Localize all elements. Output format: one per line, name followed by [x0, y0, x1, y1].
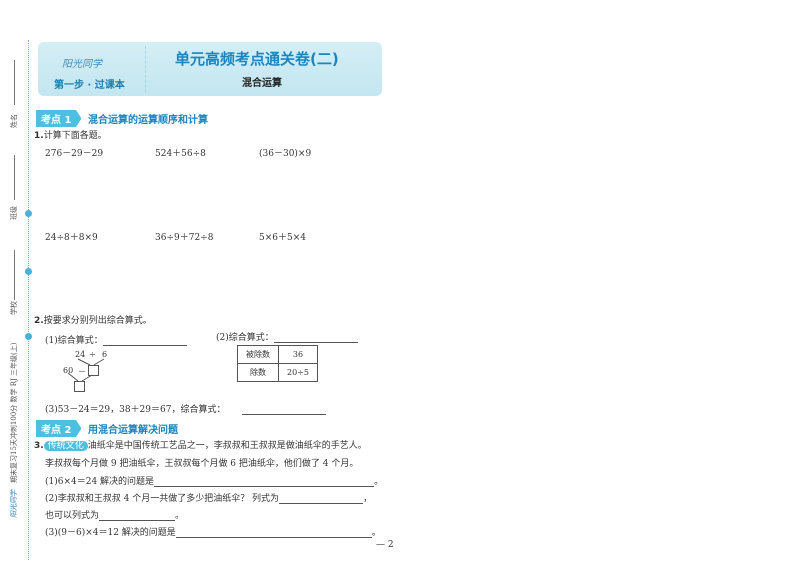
binding-line — [28, 40, 29, 560]
expression: (36－30)×9 — [259, 149, 312, 159]
answer-blank[interactable] — [242, 405, 327, 415]
page-number: — 2 — [376, 540, 394, 550]
section-tag: 考点 2 — [36, 420, 82, 437]
part-label: 也可以列式为 — [45, 511, 100, 521]
table-cell: 36 — [278, 345, 318, 364]
data-table: 被除数 36 除数 20÷5 — [237, 345, 318, 382]
answer-blank[interactable] — [102, 336, 187, 346]
question-text: 油纸伞是中国传统工艺品之一，李叔叔和王叔叔是做油纸伞的手艺人。 — [87, 441, 367, 451]
part-label: (1)6×4＝24 解决的问题是 — [45, 477, 155, 487]
question-number: 2. — [34, 316, 44, 326]
binding-dot — [25, 268, 32, 275]
answer-blank[interactable] — [99, 511, 176, 521]
punct: 。 — [374, 477, 384, 487]
punct: 。 — [371, 528, 381, 538]
section-title: 混合运算的运算顺序和计算 — [88, 115, 208, 126]
answer-blank[interactable] — [279, 494, 364, 504]
answer-box[interactable] — [74, 381, 85, 392]
part-label: (2)李叔叔和王叔叔 4 个月一共做了多少把油纸伞？ 列式为 — [45, 494, 280, 504]
name-label: 姓名 — [10, 114, 18, 128]
answer-blank[interactable] — [175, 528, 372, 538]
topic-badge: 传统文化 — [43, 441, 88, 451]
table-cell: 除数 — [237, 363, 279, 382]
school-line — [14, 250, 15, 300]
binding-dot — [25, 210, 32, 217]
expression: 5×6＋5×4 — [259, 233, 306, 243]
page-title: 单元高频考点通关卷(二) — [175, 50, 339, 68]
part-label: (3)53－24＝29，38＋29＝67，综合算式： — [45, 405, 226, 415]
punct: ， — [363, 494, 373, 504]
expression: 36÷9＋72÷8 — [155, 233, 214, 243]
book-title: 期末复习15天冲刺100分 数学 RJ 三年级(上) — [10, 342, 18, 483]
question-number: 3. — [34, 441, 44, 451]
answer-blank[interactable] — [154, 477, 375, 487]
table-cell: 被除数 — [237, 345, 279, 364]
header-divider — [145, 46, 146, 92]
question-text: 计算下面各题。 — [43, 131, 107, 141]
page-subtitle: 混合运算 — [242, 78, 282, 89]
section-tag: 考点 1 — [36, 110, 82, 127]
punct: 。 — [175, 511, 185, 521]
part-label: (2)综合算式： — [216, 333, 274, 343]
side-logo: 阳光同学 — [10, 490, 18, 518]
table-cell: 20÷5 — [278, 363, 318, 382]
answer-blank[interactable] — [273, 333, 358, 343]
class-label: 班级 — [10, 206, 18, 220]
step-label: 第一步 · 过课本 — [54, 80, 125, 91]
question-number: 1. — [34, 131, 44, 141]
brand-logo: 阳光同学 — [62, 59, 102, 70]
question-text: 李叔叔每个月做 9 把油纸伞，王叔叔每个月做 6 把油纸伞，他们做了 4 个月。 — [45, 459, 359, 469]
expression: 24÷8＋8×9 — [45, 233, 98, 243]
school-label: 学校 — [10, 301, 18, 315]
part-label: (3)(9－6)×4＝12 解决的问题是 — [45, 528, 176, 538]
answer-box[interactable] — [88, 365, 99, 376]
exam-page: 姓名 班级 学校 期末复习15天冲刺100分 数学 RJ 三年级(上) 阳光同学… — [0, 0, 800, 571]
expression: 276－29－29 — [45, 149, 104, 159]
class-line — [14, 155, 15, 200]
binding-dot — [25, 333, 32, 340]
question-text: 按要求分别列出综合算式。 — [43, 316, 152, 326]
part-label: (1)综合算式： — [45, 336, 103, 346]
name-line — [14, 60, 15, 105]
expression: 524＋56÷8 — [155, 149, 206, 159]
section-title: 用混合运算解决问题 — [88, 425, 178, 436]
